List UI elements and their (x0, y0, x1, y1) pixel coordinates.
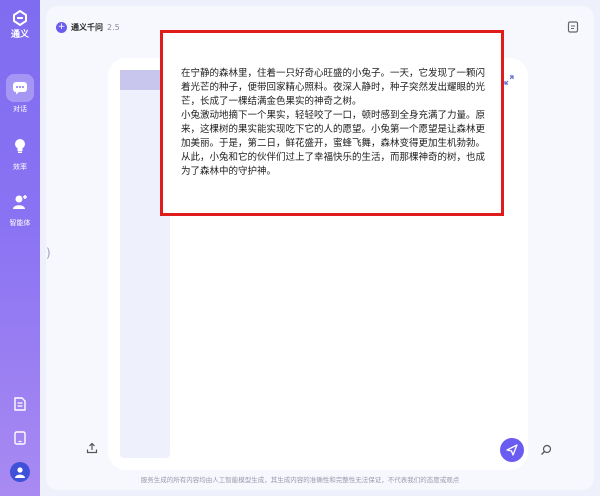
upload-button[interactable] (84, 440, 100, 456)
tongyi-logo-icon (13, 10, 27, 26)
sidebar: 通义 对话 效率 智能体 (0, 0, 40, 496)
document-button[interactable] (10, 394, 30, 414)
send-icon (506, 444, 518, 456)
sidebar-item-label: 智能体 (9, 219, 31, 227)
story-text: 在宁静的森林里，住着一只好奇心旺盛的小兔子。一天，它发现了一颗闪着光芒的种子，便… (181, 67, 487, 179)
sidebar-item-label: 对话 (13, 105, 27, 113)
lightbulb-icon (15, 139, 25, 153)
logo-text: 通义 (10, 30, 29, 40)
footer-disclaimer: 服务生成的所有内容均由人工智能模型生成，其生成内容的准确性和完整性无法保证，不代… (140, 476, 460, 484)
app-logo[interactable]: 通义 (6, 10, 34, 40)
sidebar-item-label: 效率 (13, 163, 27, 171)
plus-icon: + (56, 22, 67, 33)
model-name: 通义千问 (71, 23, 103, 32)
model-version: 2.5 (107, 23, 120, 32)
new-note-button[interactable] (564, 18, 582, 36)
document-icon (14, 397, 26, 411)
collapse-handle-icon[interactable]: ) (46, 244, 52, 262)
tablet-button[interactable] (10, 428, 30, 448)
extra-tools-button[interactable] (538, 442, 554, 458)
sidebar-item-efficiency[interactable]: 效率 (4, 132, 36, 172)
expand-icon (504, 75, 514, 85)
story-highlight-box: 在宁静的森林里，住着一只好奇心旺盛的小兔子。一天，它发现了一颗闪着光芒的种子，便… (160, 30, 504, 216)
tablet-icon (14, 431, 26, 445)
search-icon (541, 444, 552, 455)
send-button[interactable] (500, 438, 524, 462)
model-selector[interactable]: + 通义千问 2.5 (56, 22, 120, 33)
chat-icon (13, 82, 27, 95)
upload-icon (86, 442, 98, 454)
note-icon (567, 21, 579, 33)
sidebar-item-chat[interactable]: 对话 (4, 74, 36, 114)
story-paragraph-1: 在宁静的森林里，住着一只好奇心旺盛的小兔子。一天，它发现了一颗闪着光芒的种子，便… (181, 68, 486, 107)
story-paragraph-2: 小兔激动地摘下一个果实，轻轻咬了一口，顿时感到全身充满了力量。原来，这棵树的果实… (181, 110, 486, 177)
agent-icon (13, 195, 27, 209)
expand-button[interactable] (503, 74, 515, 86)
sidebar-item-agent[interactable]: 智能体 (4, 188, 36, 228)
